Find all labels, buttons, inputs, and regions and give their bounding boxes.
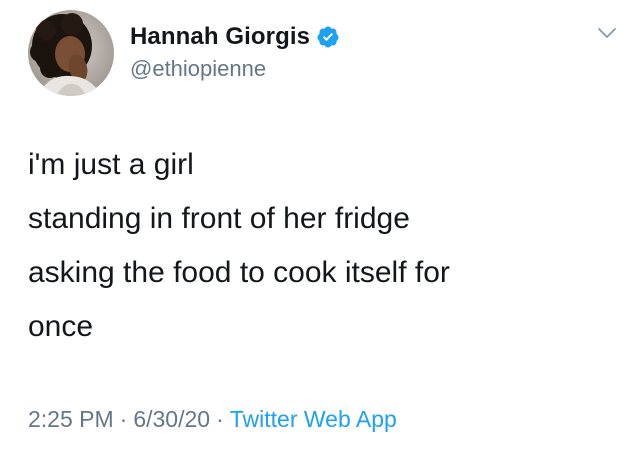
separator-dot: · bbox=[216, 406, 224, 432]
separator-dot: · bbox=[119, 406, 128, 432]
tweet-metadata: 2:25 PM · 6/30/20 · Twitter Web App bbox=[28, 404, 397, 434]
tweet-text-line: standing in front of her fridge bbox=[28, 202, 410, 235]
tweet-time[interactable]: 2:25 PM bbox=[28, 406, 114, 432]
tweet-header: Hannah Giorgis @ethiopienne bbox=[28, 8, 340, 98]
user-handle[interactable]: @ethiopienne bbox=[130, 54, 340, 84]
user-names: Hannah Giorgis @ethiopienne bbox=[130, 22, 340, 84]
tweet-date[interactable]: 6/30/20 bbox=[133, 406, 210, 432]
avatar[interactable] bbox=[28, 10, 114, 96]
tweet-source-link[interactable]: Twitter Web App bbox=[230, 406, 397, 432]
tweet-card: Hannah Giorgis @ethiopienne i'm just a g… bbox=[0, 0, 640, 450]
tweet-text: i'm just a girl standing in front of her… bbox=[28, 138, 618, 354]
chevron-down-icon[interactable] bbox=[596, 22, 618, 44]
verified-badge-icon bbox=[316, 25, 340, 49]
display-name[interactable]: Hannah Giorgis bbox=[130, 22, 310, 52]
profile-photo-icon bbox=[28, 10, 114, 96]
tweet-text-line: asking the food to cook itself for bbox=[28, 256, 450, 289]
tweet-text-line: i'm just a girl bbox=[28, 148, 194, 181]
name-row: Hannah Giorgis bbox=[130, 22, 340, 52]
tweet-text-line: once bbox=[28, 310, 94, 343]
